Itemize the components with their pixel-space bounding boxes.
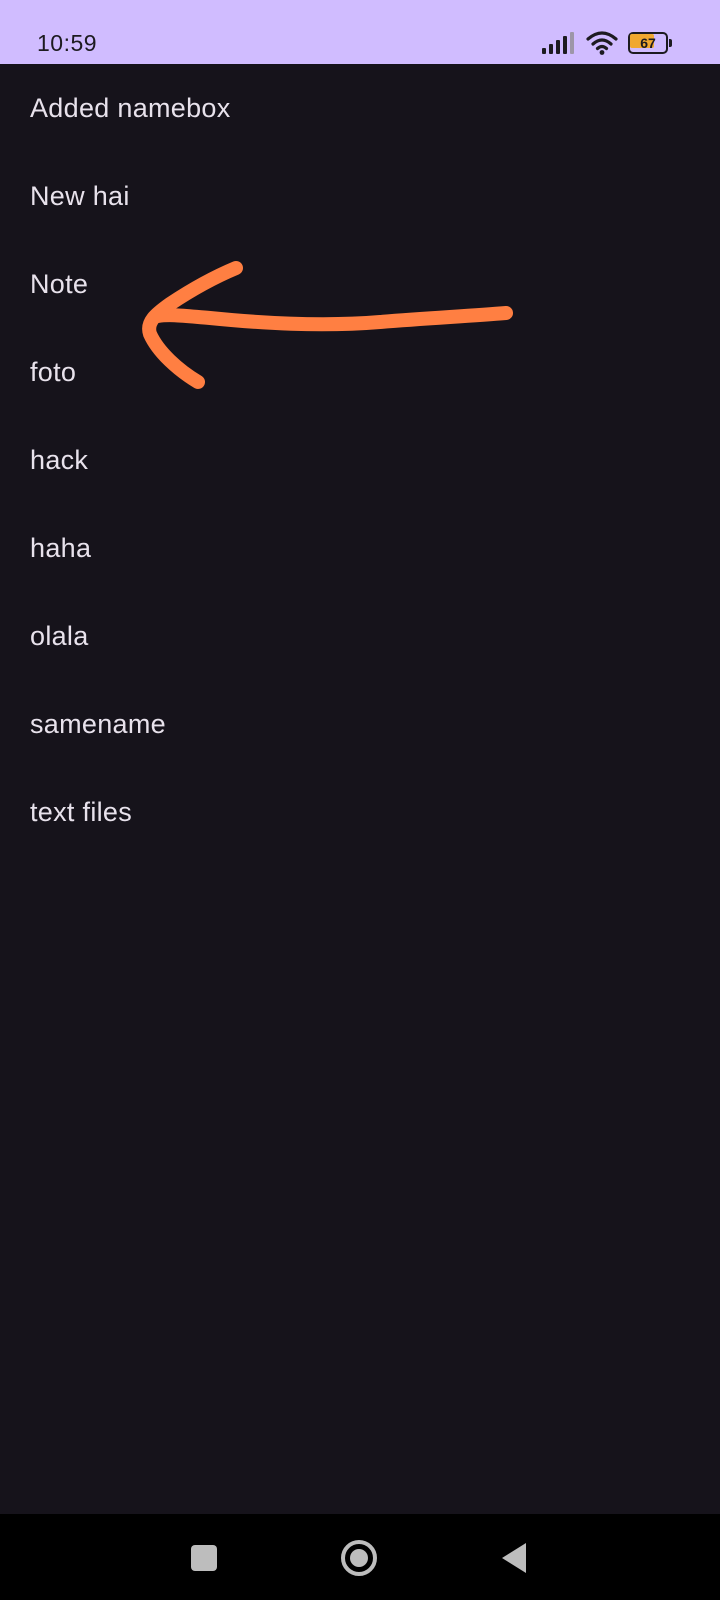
- battery-level: 67: [640, 35, 656, 51]
- list-item[interactable]: Note: [0, 240, 720, 328]
- list-item[interactable]: Added namebox: [0, 64, 720, 152]
- recents-icon: [191, 1545, 217, 1571]
- navigation-bar: [0, 1514, 720, 1600]
- back-button[interactable]: [490, 1534, 538, 1582]
- list-item[interactable]: samename: [0, 680, 720, 768]
- home-button[interactable]: [335, 1534, 383, 1582]
- list-item-label: Added namebox: [30, 92, 231, 123]
- list-item-label: Note: [30, 268, 89, 299]
- back-icon: [502, 1543, 526, 1573]
- home-icon: [341, 1540, 377, 1576]
- list-item[interactable]: New hai: [0, 152, 720, 240]
- status-time: 10:59: [37, 30, 98, 56]
- signal-icon: [542, 32, 574, 54]
- list-item-label: text files: [30, 796, 133, 827]
- wifi-icon: [586, 31, 618, 55]
- folder-list: Added namebox New hai Note foto hack hah…: [0, 64, 720, 856]
- list-item-label: foto: [30, 356, 77, 387]
- list-item[interactable]: hack: [0, 416, 720, 504]
- list-item-label: hack: [30, 444, 89, 475]
- battery-tip: [669, 39, 672, 47]
- app-screen: 10:59 67 Added namebox New hai Note foto…: [0, 0, 720, 1600]
- list-item[interactable]: olala: [0, 592, 720, 680]
- list-item-label: New hai: [30, 180, 130, 211]
- status-icons: 67: [542, 29, 672, 57]
- list-item-label: samename: [30, 708, 166, 739]
- recents-button[interactable]: [180, 1534, 228, 1582]
- status-bar: 10:59 67: [0, 0, 720, 64]
- list-item[interactable]: haha: [0, 504, 720, 592]
- list-item[interactable]: text files: [0, 768, 720, 856]
- list-item[interactable]: foto: [0, 328, 720, 416]
- battery-icon: 67: [628, 32, 672, 54]
- list-item-label: olala: [30, 620, 89, 651]
- list-item-label: haha: [30, 532, 92, 563]
